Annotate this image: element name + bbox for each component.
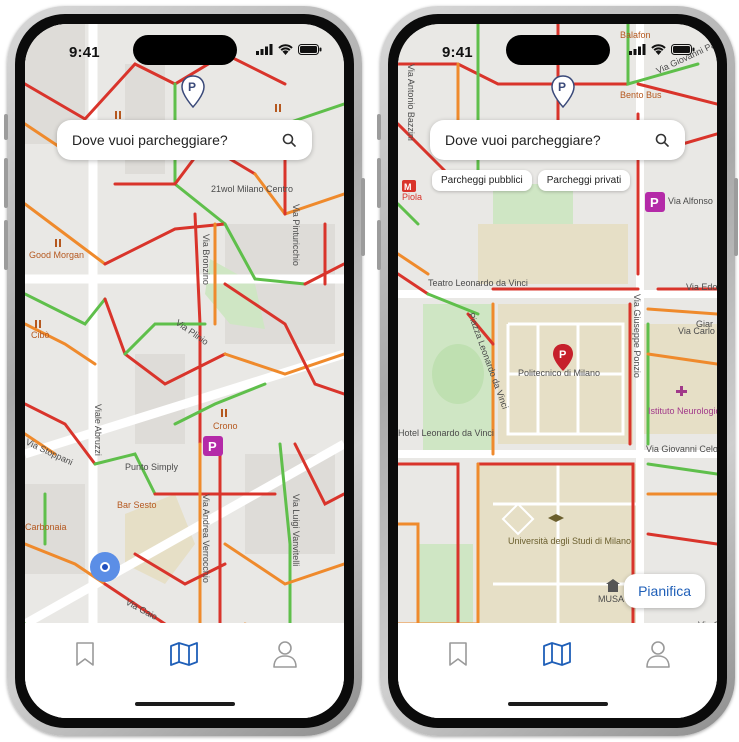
signal-icon bbox=[256, 44, 273, 55]
label-hotel: 21wol Milano Centro bbox=[211, 184, 293, 194]
battery-icon bbox=[298, 44, 322, 55]
dynamic-island bbox=[505, 35, 610, 65]
signal-icon bbox=[629, 44, 646, 55]
label-poi: Bento Bus bbox=[620, 90, 662, 100]
label-museum: MUSA bbox=[598, 594, 624, 604]
label-restaurant: Carbonaia bbox=[25, 522, 67, 532]
label-street: Via Andrea Verrocchio bbox=[201, 494, 211, 583]
label-theatre: Teatro Leonardo da Vinci bbox=[428, 278, 528, 288]
svg-text:P: P bbox=[650, 195, 659, 210]
label-bar: Bar Sesto bbox=[117, 500, 157, 510]
tab-map[interactable] bbox=[167, 637, 201, 671]
filter-public-parking[interactable]: Parcheggi pubblici bbox=[432, 170, 532, 191]
tab-bar bbox=[398, 623, 717, 718]
bookmark-icon bbox=[449, 642, 467, 666]
volume-up-button bbox=[377, 158, 381, 208]
label-street: Via Luigi Vanvitelli bbox=[291, 494, 301, 566]
tab-map[interactable] bbox=[540, 637, 574, 671]
search-placeholder: Dove vuoi parcheggiare? bbox=[72, 132, 228, 148]
label-restaurant: Good Morgan bbox=[29, 250, 84, 260]
wifi-icon bbox=[278, 44, 293, 55]
map-icon bbox=[170, 642, 198, 666]
pianifica-button[interactable]: Pianifica bbox=[624, 574, 705, 608]
label-hospital: Istituto Neurologico Carlo Besta bbox=[648, 406, 717, 416]
label-shop: Punto Simply bbox=[125, 462, 179, 472]
search-bar[interactable]: Dove vuoi parcheggiare? bbox=[430, 120, 685, 160]
phone-right: Balafon Via Giovanni Pascoli Bento Bus V… bbox=[377, 6, 738, 736]
label-university: Politecnico di Milano bbox=[518, 368, 600, 378]
filter-private-parking[interactable]: Parcheggi privati bbox=[537, 170, 631, 191]
tab-saved[interactable] bbox=[68, 637, 102, 671]
volume-up-button bbox=[4, 158, 8, 208]
label-street: Via Giuseppe Ponzio bbox=[632, 294, 642, 378]
home-indicator[interactable] bbox=[507, 702, 608, 706]
search-icon[interactable] bbox=[276, 133, 302, 147]
volume-down-button bbox=[377, 220, 381, 270]
label-street: Via Bronzino bbox=[201, 234, 211, 285]
phone-left: 21wol Milano Centro Via Pinturicchio Goo… bbox=[4, 6, 365, 736]
svg-text:P: P bbox=[188, 80, 196, 94]
power-button bbox=[361, 178, 365, 256]
svg-text:M: M bbox=[404, 182, 412, 192]
bookmark-icon bbox=[76, 642, 94, 666]
filter-chips: Parcheggi pubblici Parcheggi privati bbox=[432, 170, 631, 191]
action-button bbox=[4, 114, 8, 140]
label-street: Viale Abruzzi bbox=[93, 404, 103, 456]
label-street: Via Giovanni Celo bbox=[646, 444, 717, 454]
campus-area bbox=[478, 224, 628, 284]
dynamic-island bbox=[132, 35, 237, 65]
status-time: 9:41 bbox=[69, 44, 100, 61]
label-university: Università degli Studi di Milano bbox=[508, 536, 631, 546]
power-button bbox=[734, 178, 738, 256]
tab-profile[interactable] bbox=[268, 637, 302, 671]
label-street: Giar bbox=[696, 319, 713, 329]
label-street: Via Edo bbox=[686, 282, 717, 292]
label-hotel: Hotel Leonardo da Vinci bbox=[398, 428, 494, 438]
action-button bbox=[377, 114, 381, 140]
tab-profile[interactable] bbox=[641, 637, 675, 671]
search-icon[interactable] bbox=[649, 133, 675, 147]
label-restaurant: Crono bbox=[213, 421, 238, 431]
svg-text:P: P bbox=[208, 439, 217, 454]
hospital-area bbox=[638, 324, 717, 434]
screen-left: 21wol Milano Centro Via Pinturicchio Goo… bbox=[25, 24, 344, 718]
private-parking-icon[interactable]: P bbox=[645, 192, 665, 212]
park-area bbox=[432, 344, 484, 404]
battery-icon bbox=[671, 44, 695, 55]
label-restaurant: Cibò bbox=[31, 330, 50, 340]
home-indicator[interactable] bbox=[134, 702, 235, 706]
label-street: Via Pinturicchio bbox=[291, 204, 301, 266]
map-icon bbox=[543, 642, 571, 666]
tab-bar bbox=[25, 623, 344, 718]
screen-right: Balafon Via Giovanni Pascoli Bento Bus V… bbox=[398, 24, 717, 718]
wifi-icon bbox=[651, 44, 666, 55]
metro-icon: M bbox=[402, 180, 416, 192]
svg-text:P: P bbox=[558, 80, 566, 94]
tab-saved[interactable] bbox=[441, 637, 475, 671]
user-icon bbox=[273, 641, 297, 668]
label-street: Via Antonio Bazzini bbox=[406, 64, 416, 141]
user-icon bbox=[646, 641, 670, 668]
private-parking-icon[interactable]: P bbox=[203, 436, 223, 456]
svg-text:P: P bbox=[559, 349, 566, 361]
current-location-icon bbox=[90, 552, 120, 582]
status-bar: 9:41 bbox=[398, 24, 717, 72]
search-bar[interactable]: Dove vuoi parcheggiare? bbox=[57, 120, 312, 160]
park-area bbox=[418, 544, 473, 624]
volume-down-button bbox=[4, 220, 8, 270]
search-placeholder: Dove vuoi parcheggiare? bbox=[445, 132, 601, 148]
status-bar: 9:41 bbox=[25, 24, 344, 72]
label-metro: Piola bbox=[402, 192, 422, 202]
status-time: 9:41 bbox=[442, 44, 473, 61]
label-street: Via Alfonso bbox=[668, 196, 713, 206]
